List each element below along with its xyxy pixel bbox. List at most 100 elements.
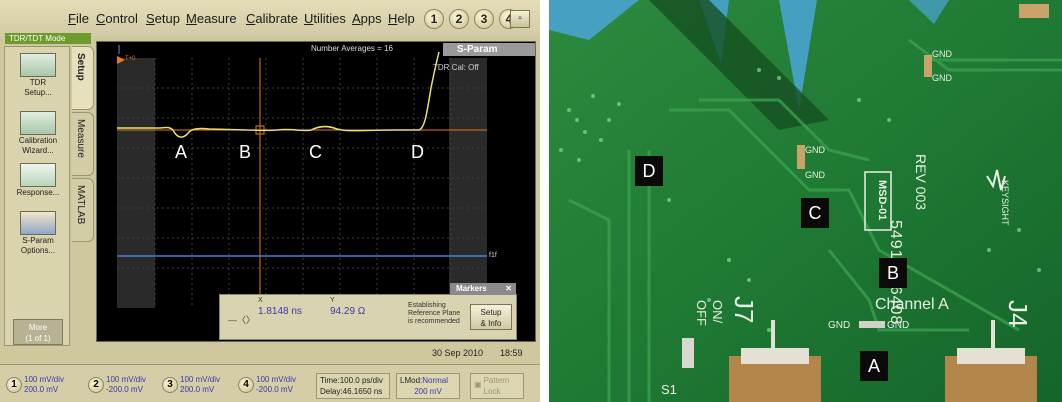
j7-label: J7 xyxy=(729,296,759,324)
lmod-level: 200 mV xyxy=(414,387,442,396)
channel-2-scale[interactable]: 2 100 mV/div -200.0 mV xyxy=(88,374,168,398)
more-page-label: (1 of 1) xyxy=(25,334,51,343)
menu-utilities[interactable]: Utilities xyxy=(304,11,346,26)
mode-tab[interactable]: TDR/TDT Mode xyxy=(5,33,91,44)
pcb-photo: GND GND GND GND GND GND 54916-26408 REV … xyxy=(549,0,1062,402)
pcb-marker-c: C xyxy=(801,198,829,228)
tdr-setup-icon xyxy=(20,53,56,77)
response-button[interactable]: Response... xyxy=(11,163,65,197)
trace-label-c: C xyxy=(309,142,322,162)
pcb-marker-b: B xyxy=(879,258,907,288)
marker-x-head: X xyxy=(258,297,263,304)
sparam-tab[interactable]: S-Param xyxy=(443,43,535,56)
channel-a-label: Channel A xyxy=(875,296,949,313)
lock-icon: ▣ xyxy=(474,380,482,389)
msd-label: MSD-01 xyxy=(876,180,888,221)
scope-window: File Control Setup Measure Calibrate Uti… xyxy=(0,0,540,402)
markers-title[interactable]: Markers ✕ xyxy=(450,283,516,295)
lmod-value: Normal xyxy=(422,376,449,385)
j4-label: J4 xyxy=(1003,300,1033,328)
sparam-label-2: Options... xyxy=(20,246,56,255)
tab-matlab[interactable]: MATLAB xyxy=(72,178,94,242)
menu-measure[interactable]: Measure xyxy=(186,11,237,26)
markers-title-label: Markers xyxy=(456,284,487,293)
marker-y-value: 94.29 Ω xyxy=(330,306,366,317)
restore-button[interactable]: ▫ xyxy=(510,10,530,28)
channel-1-scale-text: 100 mV/div 200.0 mV xyxy=(24,375,65,394)
sidebar: TDR Setup... Calibration Wizard... Respo… xyxy=(4,46,70,346)
menu-setup[interactable]: Setup xyxy=(146,11,180,26)
gnd-label: GND xyxy=(805,145,825,155)
grid-lines xyxy=(117,58,487,308)
response-label: Response... xyxy=(16,188,60,197)
sparam-options-icon xyxy=(20,211,56,235)
channel-2-badge: 2 xyxy=(88,377,104,393)
pcb-marker-a: A xyxy=(860,351,888,381)
timebase-box[interactable]: Time:100.0 ps/div Delay:46.1650 ns xyxy=(316,373,390,399)
response-icon xyxy=(20,163,56,187)
channel-3-scale[interactable]: 3 100 mV/div 200.0 mV xyxy=(162,374,242,398)
tdr-setup-label-2: Setup... xyxy=(24,88,52,97)
channel-4-scale[interactable]: 4 100 mV/div -200.0 mV xyxy=(238,374,314,398)
tdr-setup-button[interactable]: TDR Setup... xyxy=(11,53,65,97)
gnd-label: GND xyxy=(932,73,952,83)
channel-4-badge: 4 xyxy=(238,377,254,393)
gnd-label: GND xyxy=(828,320,851,331)
channel-1-scale[interactable]: 1 100 mV/div 200.0 mV xyxy=(6,374,86,398)
pattern-lock-button[interactable]: ▣ Pattern Lock xyxy=(470,373,524,399)
close-icon[interactable]: ✕ xyxy=(505,283,512,295)
calibration-wizard-icon xyxy=(20,111,56,135)
calibration-label: Calibration xyxy=(18,136,58,145)
tdr-cal-status: TDR Cal: Off xyxy=(433,63,479,72)
date-label: 30 Sep 2010 xyxy=(432,348,484,358)
revision-label: REV 003 xyxy=(913,154,929,211)
averages-label: Number Averages = 16 xyxy=(311,44,393,53)
menu-help[interactable]: Help xyxy=(388,11,415,26)
on-label: ON/ xyxy=(710,300,725,324)
gnd-label: GND xyxy=(932,49,952,59)
f1-label: f1f xyxy=(489,252,497,259)
left-shade xyxy=(117,58,155,308)
trace-label-a: A xyxy=(175,142,188,162)
markers-setup-info-button[interactable]: Setup & Info xyxy=(470,304,512,330)
channel-2-scale-text: 100 mV/div -200.0 mV xyxy=(106,375,147,394)
tab-setup-label: Setup xyxy=(75,53,86,81)
tdr-setup-label: TDR xyxy=(29,78,47,87)
more-label: More xyxy=(28,323,48,332)
channel-1-button[interactable]: 1 xyxy=(424,9,444,29)
tab-setup[interactable]: Setup xyxy=(72,46,94,110)
channel-4-scale-text: 100 mV/div -200.0 mV xyxy=(256,375,297,394)
restore-icon: ▫ xyxy=(518,13,522,24)
more-button[interactable]: More (1 of 1) xyxy=(13,319,63,345)
pcb-marker-d: D xyxy=(635,156,663,186)
menu-calibrate[interactable]: Calibrate xyxy=(246,11,298,26)
gnd-label: GND xyxy=(805,170,825,180)
channel-3-badge: 3 xyxy=(162,377,178,393)
calibration-wizard-button[interactable]: Calibration Wizard... xyxy=(11,111,65,155)
channel-1-badge: 1 xyxy=(6,377,22,393)
sparam-tab-label: S-Param xyxy=(457,44,498,55)
t0-label: T+0 xyxy=(125,56,136,62)
menu-file[interactable]: File xyxy=(68,11,89,26)
menu-control[interactable]: Control xyxy=(96,11,138,26)
sparam-options-button[interactable]: S-Param Options... xyxy=(11,211,65,255)
trace-label-b: B xyxy=(239,142,252,162)
bottom-status-bar: 1 100 mV/div 200.0 mV 2 100 mV/div -200.0 … xyxy=(0,364,540,402)
reference-plane-note: Establishing Reference Plane is recommen… xyxy=(408,302,461,325)
menu-apps[interactable]: Apps xyxy=(352,11,382,26)
date-bar: 30 Sep 2010 18:59 xyxy=(96,344,540,362)
lmod-box[interactable]: LMod:Normal 200 mV xyxy=(396,373,460,399)
tab-measure-label: Measure xyxy=(75,119,86,158)
channel-3-scale-text: 100 mV/div 200.0 mV xyxy=(180,375,221,394)
setup-info-label-1: Setup xyxy=(480,308,502,317)
tdr-trace xyxy=(117,51,440,138)
channel-2-button[interactable]: 2 xyxy=(449,9,469,29)
lmod-label: LMod: xyxy=(400,376,423,385)
marker-y-head: Y xyxy=(330,297,335,304)
tab-measure[interactable]: Measure xyxy=(72,112,94,176)
marker-legend-icon: —〈〉 xyxy=(228,315,256,325)
menu-bar: File Control Setup Measure Calibrate Uti… xyxy=(0,0,540,36)
waveform-display[interactable]: T+0 Number Averages = 16 S-Param TDR Cal… xyxy=(96,41,536,342)
timebase-label: Time:100.0 ps/div xyxy=(320,376,383,385)
